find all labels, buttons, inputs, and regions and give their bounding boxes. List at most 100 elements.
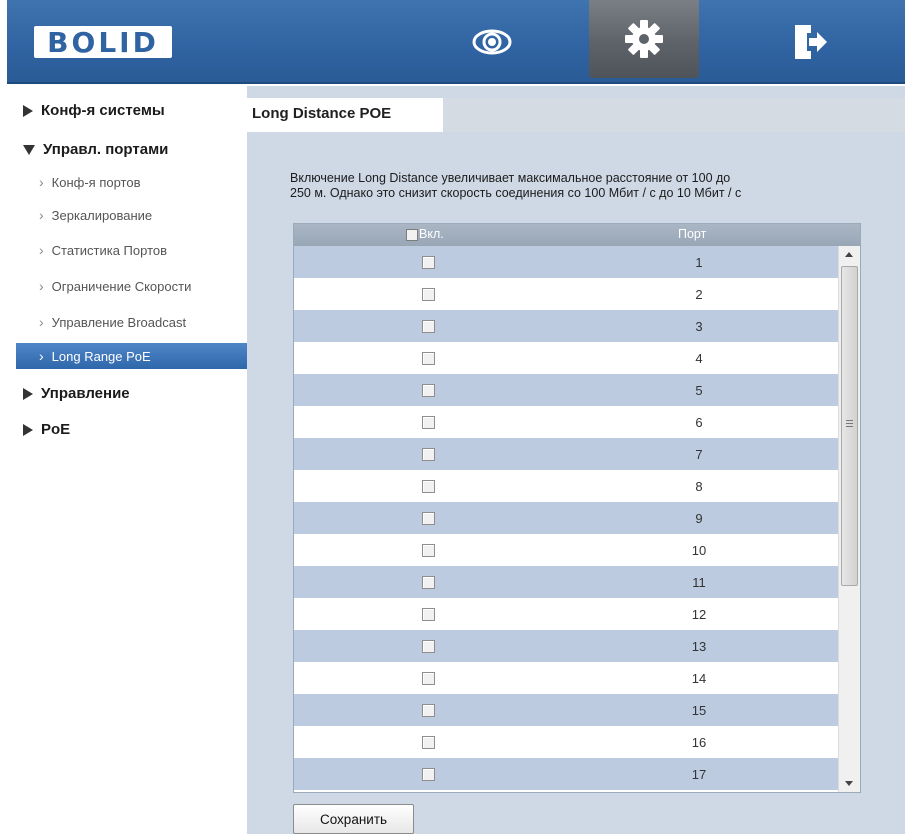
port-number: 16 xyxy=(691,734,707,750)
table-row: 3 xyxy=(294,310,838,342)
table-row: 10 xyxy=(294,534,838,566)
bolid-logo: BOLID xyxy=(34,25,172,59)
description-line-1: Включение Long Distance увеличивает макс… xyxy=(290,171,731,185)
gear-icon xyxy=(625,20,663,58)
table-row: 2 xyxy=(294,278,838,310)
enable-checkbox[interactable] xyxy=(422,447,435,461)
enable-checkbox[interactable] xyxy=(422,671,435,685)
sidebar-item-label: Long Range PoE xyxy=(51,348,151,364)
table-row: 11 xyxy=(294,566,838,598)
enable-checkbox[interactable] xyxy=(422,543,435,557)
table-row: 9 xyxy=(294,502,838,534)
port-number: 10 xyxy=(691,542,707,558)
logout-icon xyxy=(795,25,827,59)
table-row: 12 xyxy=(294,598,838,630)
logo-text: BOLID xyxy=(47,25,159,59)
enable-checkbox[interactable] xyxy=(422,479,435,493)
port-number: 6 xyxy=(695,414,703,430)
chevron-right-icon: › xyxy=(39,278,44,294)
port-number: 1 xyxy=(695,254,703,270)
sidebar-section-management[interactable]: Управление xyxy=(23,385,130,402)
tab-long-distance-poe[interactable]: Long Distance POE xyxy=(247,98,443,132)
description-text: Включение Long Distance увеличивает макс… xyxy=(290,171,905,201)
port-number: 11 xyxy=(692,574,706,590)
app-window: BOLID Конф-я системы Управл. портами › К… xyxy=(0,0,905,834)
sidebar-section-label: PoE xyxy=(41,421,71,438)
column-header-enable: Вкл. xyxy=(419,227,444,241)
port-number: 12 xyxy=(691,606,707,622)
sidebar: Конф-я системы Управл. портами › Конф-я … xyxy=(7,86,249,834)
enable-checkbox[interactable] xyxy=(422,351,435,365)
sidebar-section-port-management[interactable]: Управл. портами xyxy=(23,141,168,158)
sidebar-section-label: Управл. портами xyxy=(43,141,169,158)
settings-button[interactable] xyxy=(589,0,699,78)
main-content: Long Distance POE Включение Long Distanc… xyxy=(247,86,905,834)
enable-checkbox[interactable] xyxy=(422,415,435,429)
sidebar-section-system-config[interactable]: Конф-я системы xyxy=(23,102,165,119)
table-scrollbar[interactable] xyxy=(838,246,860,792)
enable-checkbox[interactable] xyxy=(422,511,435,525)
enable-checkbox[interactable] xyxy=(422,767,435,781)
port-number: 5 xyxy=(695,382,703,398)
table-row: 7 xyxy=(294,438,838,470)
description-line-2: 250 м. Однако это снизит скорость соедин… xyxy=(290,186,742,200)
enable-checkbox[interactable] xyxy=(422,319,435,333)
sidebar-item-label: Управление Broadcast xyxy=(51,314,187,330)
scroll-up-arrow-icon[interactable] xyxy=(845,252,853,257)
sidebar-item-label: Зеркалирование xyxy=(51,207,153,223)
port-number: 3 xyxy=(695,318,703,334)
port-number: 9 xyxy=(695,510,703,526)
chevron-right-icon: › xyxy=(39,207,44,223)
sidebar-item-long-range-poe[interactable]: › Long Range PoE xyxy=(16,343,248,369)
chevron-right-icon: › xyxy=(39,174,44,190)
logout-button[interactable] xyxy=(775,0,845,84)
sidebar-item-port-statistics[interactable]: › Статистика Портов xyxy=(23,237,249,263)
select-all-checkbox[interactable] xyxy=(406,229,418,241)
port-number: 15 xyxy=(691,702,707,718)
top-header: BOLID xyxy=(7,0,905,84)
table-header: Вкл. Порт xyxy=(294,224,860,246)
table-row: 8 xyxy=(294,470,838,502)
enable-checkbox[interactable] xyxy=(422,639,435,653)
table-body: 1 2 3 4 5 6 7 8 9 10 11 12 13 14 15 16 17 xyxy=(294,246,838,792)
live-view-button[interactable] xyxy=(437,0,547,84)
sidebar-section-label: Конф-я системы xyxy=(41,102,165,119)
enable-checkbox[interactable] xyxy=(422,287,435,301)
table-row: 14 xyxy=(294,662,838,694)
sidebar-item-label: Ограничение Скорости xyxy=(51,278,192,294)
expand-arrow-icon xyxy=(23,387,33,400)
sidebar-section-poe[interactable]: PoE xyxy=(23,421,70,438)
sidebar-item-broadcast-control[interactable]: › Управление Broadcast xyxy=(23,309,249,335)
enable-checkbox[interactable] xyxy=(422,703,435,717)
table-row: 5 xyxy=(294,374,838,406)
port-number: 14 xyxy=(691,670,707,686)
port-number: 13 xyxy=(691,638,707,654)
sidebar-item-mirroring[interactable]: › Зеркалирование xyxy=(23,202,249,228)
enable-checkbox[interactable] xyxy=(422,575,435,589)
table-row: 1 xyxy=(294,246,838,278)
column-header-port: Порт xyxy=(678,227,707,241)
sidebar-item-rate-limit[interactable]: › Ограничение Скорости xyxy=(23,273,249,299)
chevron-right-icon: › xyxy=(39,242,44,258)
sidebar-item-label: Статистика Портов xyxy=(51,242,168,258)
grip-icon xyxy=(846,420,853,427)
table-row: 6 xyxy=(294,406,838,438)
scroll-thumb[interactable] xyxy=(841,266,858,586)
ports-table: Вкл. Порт 1 2 3 4 5 6 7 8 9 10 11 12 13 14 15 16 17 xyxy=(293,223,861,793)
table-row: 15 xyxy=(294,694,838,726)
table-row: 16 xyxy=(294,726,838,758)
port-number: 2 xyxy=(695,286,703,302)
save-button[interactable]: Сохранить xyxy=(293,804,414,834)
sidebar-item-label: Конф-я портов xyxy=(51,174,141,190)
table-row: 4 xyxy=(294,342,838,374)
chevron-right-icon: › xyxy=(39,314,44,330)
enable-checkbox[interactable] xyxy=(422,735,435,749)
port-number: 8 xyxy=(695,478,703,494)
scroll-down-arrow-icon[interactable] xyxy=(845,781,853,786)
enable-checkbox[interactable] xyxy=(422,383,435,397)
enable-checkbox[interactable] xyxy=(422,607,435,621)
port-number: 7 xyxy=(695,446,703,462)
sidebar-item-port-config[interactable]: › Конф-я портов xyxy=(23,169,249,195)
enable-checkbox[interactable] xyxy=(422,255,435,269)
expand-arrow-icon xyxy=(23,104,33,117)
